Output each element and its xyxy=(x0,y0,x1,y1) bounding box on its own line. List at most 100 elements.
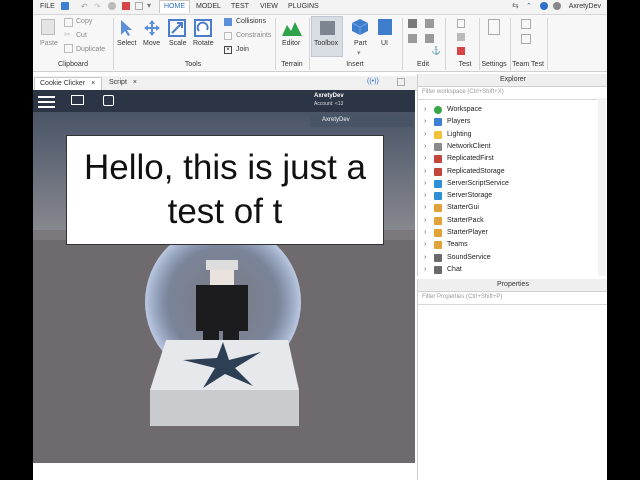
explorer-item-label: StarterPlayer xyxy=(447,229,488,236)
chevron-right-icon[interactable]: › xyxy=(424,241,426,248)
chat-icon[interactable] xyxy=(71,95,84,105)
close-icon[interactable]: × xyxy=(133,79,137,86)
players-icon xyxy=(434,118,442,127)
avatar-icon[interactable] xyxy=(553,2,561,10)
chevron-right-icon[interactable]: › xyxy=(424,204,426,211)
constraints-button[interactable]: Constraints xyxy=(236,32,271,39)
redo-icon[interactable]: ↷ xyxy=(94,2,101,11)
chevron-right-icon[interactable]: › xyxy=(424,168,426,175)
properties-header: Properties xyxy=(418,279,607,292)
scale-icon[interactable] xyxy=(168,19,186,37)
serverscriptservice-icon xyxy=(434,179,442,188)
explorer-item-label: NetworkClient xyxy=(447,142,491,150)
live-view-icon[interactable]: ((•)) xyxy=(367,78,379,85)
group-icon[interactable] xyxy=(425,19,434,28)
explorer-title: Explorer xyxy=(499,76,527,83)
game-settings-icon[interactable] xyxy=(488,19,500,35)
join-button[interactable]: Join xyxy=(236,46,249,53)
undo-icon[interactable]: ↶ xyxy=(81,2,88,11)
chevron-right-icon[interactable]: › xyxy=(424,155,426,162)
part-icon[interactable] xyxy=(351,18,369,36)
chevron-right-icon[interactable]: › xyxy=(424,217,426,224)
select-button[interactable]: Select xyxy=(117,40,136,47)
color-icon[interactable] xyxy=(408,34,417,43)
terrain-editor-icon[interactable] xyxy=(281,19,303,37)
chevron-right-icon[interactable]: › xyxy=(424,131,426,138)
ui-button[interactable]: UI xyxy=(381,40,388,47)
dialog-box: Hello, this is just a test of t xyxy=(66,135,384,245)
anchor-icon[interactable]: ⚓ xyxy=(431,46,441,55)
studio-window: FILE ↶ ↷ ▾ HOME MODEL TEST VIEW PLUGINS … xyxy=(33,0,607,480)
close-icon[interactable]: × xyxy=(91,80,95,87)
select-cursor-icon[interactable] xyxy=(118,19,134,37)
run-icon[interactable] xyxy=(457,33,465,41)
screenshot-icon[interactable] xyxy=(135,2,143,10)
terrain-editor-button[interactable]: Editor xyxy=(282,40,300,47)
spawn-pad-side xyxy=(150,390,299,426)
part-button[interactable]: Part xyxy=(354,40,367,47)
chevron-right-icon[interactable]: › xyxy=(424,143,426,150)
chevron-right-icon[interactable]: › xyxy=(424,229,426,236)
avatar-torso[interactable] xyxy=(196,285,248,331)
popout-icon[interactable] xyxy=(397,78,405,86)
tab-view[interactable]: VIEW xyxy=(260,3,278,10)
player-list-entry[interactable]: AxretyDev xyxy=(310,114,413,127)
play-icon[interactable] xyxy=(108,2,116,10)
explorer-scrollbar[interactable] xyxy=(598,98,606,276)
document-tab-bar: Cookie Clicker × Script × ((•)) xyxy=(33,76,417,91)
stop-test-icon[interactable] xyxy=(457,47,465,55)
chevron-right-icon[interactable]: › xyxy=(424,106,426,113)
chevron-down-icon[interactable]: ▾ xyxy=(357,49,361,57)
tab-script[interactable]: Script × xyxy=(104,77,142,90)
save-icon[interactable] xyxy=(61,2,69,10)
rotate-icon[interactable] xyxy=(194,19,212,37)
lighting-icon xyxy=(434,130,442,139)
properties-panel: Properties Filter Properties (Ctrl+Shift… xyxy=(417,279,607,480)
tab-test[interactable]: TEST xyxy=(231,3,249,10)
toolbox-button[interactable]: Toolbox xyxy=(311,16,343,57)
explorer-item-label: ReplicatedStorage xyxy=(447,167,505,175)
rotate-button[interactable]: Rotate xyxy=(193,40,214,47)
tab-plugins[interactable]: PLUGINS xyxy=(288,3,319,10)
backpack-icon[interactable] xyxy=(103,95,114,106)
account-name: AxretyDev xyxy=(314,93,344,99)
tab-cookie-clicker[interactable]: Cookie Clicker × xyxy=(34,77,102,90)
dropdown-icon[interactable]: ▾ xyxy=(147,1,151,10)
chevron-right-icon[interactable]: › xyxy=(424,192,426,199)
help-icon[interactable] xyxy=(540,2,548,10)
lock-icon[interactable] xyxy=(425,34,434,43)
cut-button[interactable]: Cut xyxy=(76,32,87,39)
paste-icon[interactable] xyxy=(41,19,55,35)
stop-icon[interactable] xyxy=(122,2,130,10)
serverstorage-icon xyxy=(434,192,442,201)
team-test-icon[interactable] xyxy=(521,19,531,29)
tab-home[interactable]: HOME xyxy=(159,0,190,13)
ui-icon[interactable] xyxy=(378,19,392,35)
chevron-right-icon[interactable]: › xyxy=(424,180,426,187)
collisions-button[interactable]: Collisions xyxy=(236,18,266,25)
tab-model[interactable]: MODEL xyxy=(196,3,221,10)
chevron-up-icon[interactable]: ⌃ xyxy=(526,2,532,10)
chevron-right-icon[interactable]: › xyxy=(424,266,426,273)
chevron-right-icon[interactable]: › xyxy=(424,254,426,261)
chevron-right-icon[interactable]: › xyxy=(424,118,426,125)
paste-button[interactable]: Paste xyxy=(40,40,58,47)
file-menu[interactable]: FILE xyxy=(40,3,55,10)
explorer-tree: › Workspace › Players › Lighting › NetworkClien… xyxy=(418,104,607,276)
terrain-group-label: Terrain xyxy=(281,61,303,68)
move-icon[interactable] xyxy=(143,19,161,37)
share-icon[interactable]: ⇆ xyxy=(512,1,519,10)
material-icon[interactable] xyxy=(408,19,417,28)
game-viewport[interactable]: AxretyDev Account: <13 AxretyDev Hello, … xyxy=(33,90,415,463)
join-icon: × xyxy=(224,46,232,54)
username-label[interactable]: AxretyDev xyxy=(569,3,601,10)
properties-filter-input[interactable]: Filter Properties (Ctrl+Shift+P) xyxy=(418,292,607,305)
scale-button[interactable]: Scale xyxy=(169,40,187,47)
duplicate-button[interactable]: Duplicate xyxy=(76,46,105,53)
exit-game-icon[interactable] xyxy=(521,34,531,44)
menu-icon[interactable] xyxy=(38,96,55,98)
play-test-icon[interactable] xyxy=(457,19,465,28)
explorer-filter-input[interactable]: Filter workspace (Ctrl+Shift+X) xyxy=(418,87,607,100)
move-button[interactable]: Move xyxy=(143,40,160,47)
copy-button[interactable]: Copy xyxy=(76,18,92,25)
